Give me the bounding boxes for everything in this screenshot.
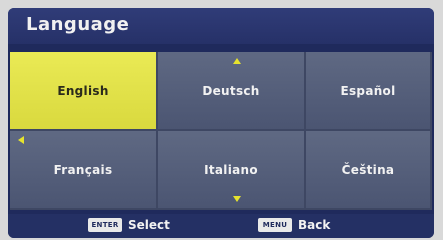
page-title: Language <box>26 14 130 35</box>
language-option-label: Français <box>53 162 113 177</box>
language-option-espanol[interactable]: Español <box>306 52 432 131</box>
menu-footer: ENTER Select MENU Back <box>8 214 434 238</box>
back-label: Back <box>298 218 331 232</box>
language-option-francais[interactable]: Français <box>10 131 158 210</box>
select-hint[interactable]: ENTER Select <box>88 218 170 232</box>
menu-key-icon: MENU <box>258 218 292 232</box>
language-option-label: Deutsch <box>202 83 260 98</box>
language-option-label: Italiano <box>204 162 258 177</box>
back-hint[interactable]: MENU Back <box>258 218 330 232</box>
enter-key-icon: ENTER <box>88 218 122 232</box>
language-menu-screen: Language English Deutsch Español Françai… <box>8 8 434 238</box>
language-option-label: Čeština <box>341 162 395 177</box>
language-option-cestina[interactable]: Čeština <box>306 131 432 210</box>
arrow-left-icon <box>18 136 24 144</box>
menu-header: Language <box>8 8 434 44</box>
arrow-up-icon <box>233 58 241 64</box>
language-grid: English Deutsch Español Français Italian… <box>10 52 432 210</box>
select-label: Select <box>128 218 170 232</box>
language-option-label: English <box>57 83 109 98</box>
language-option-italiano[interactable]: Italiano <box>158 131 306 210</box>
language-option-label: Español <box>340 83 396 98</box>
language-option-english[interactable]: English <box>10 52 158 131</box>
arrow-down-icon <box>233 196 241 202</box>
language-option-deutsch[interactable]: Deutsch <box>158 52 306 131</box>
